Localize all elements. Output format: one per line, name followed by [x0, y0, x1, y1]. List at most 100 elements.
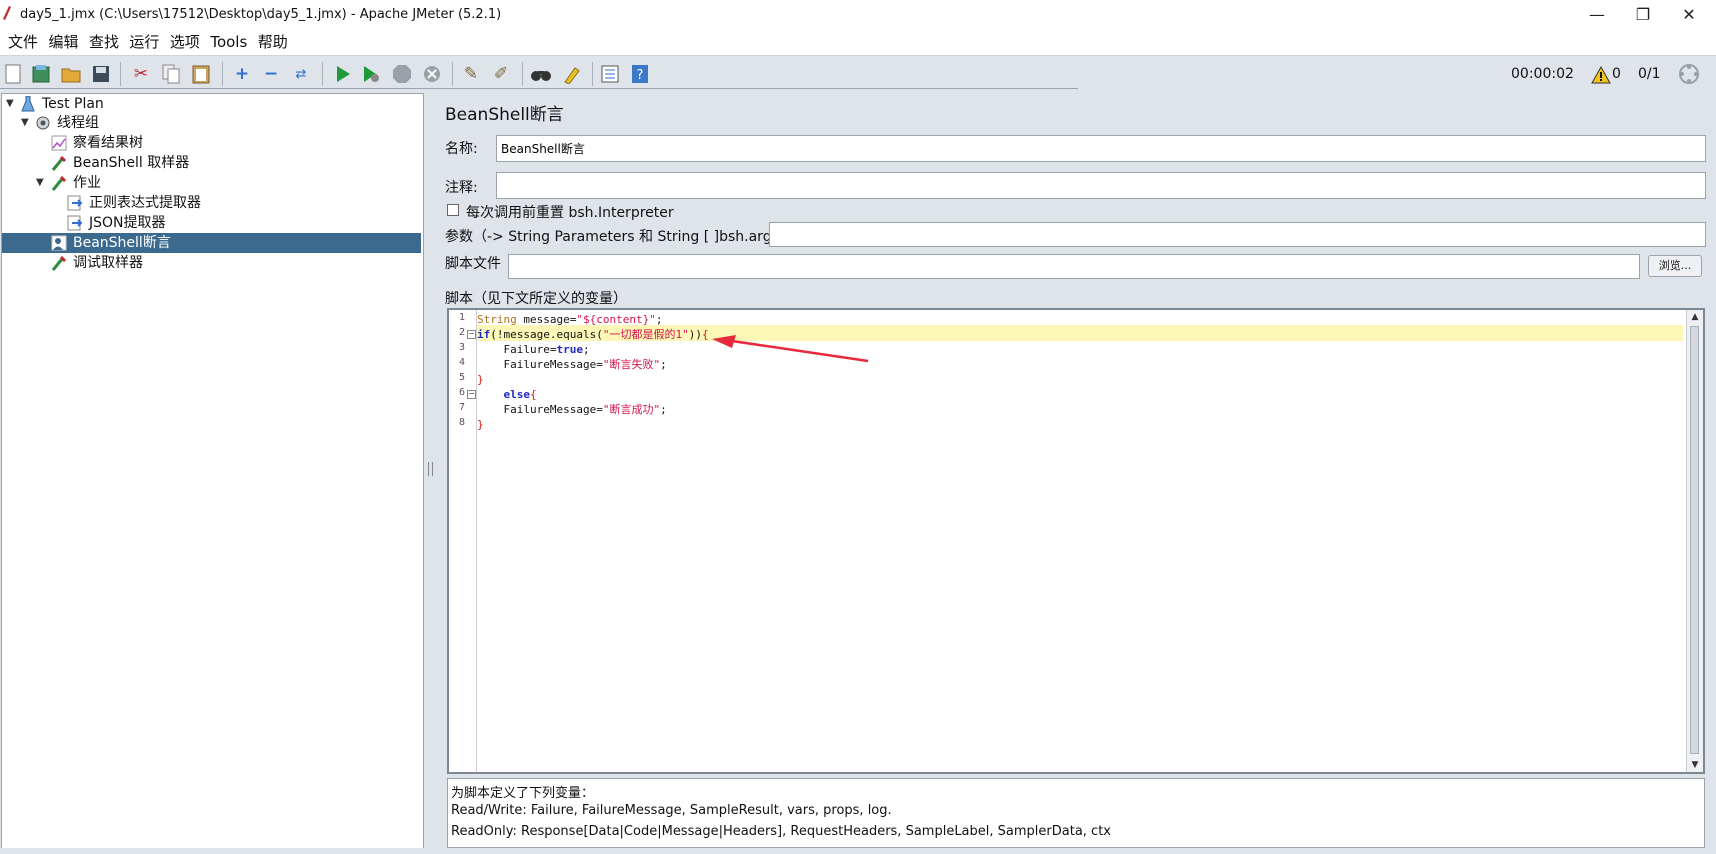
menu-file[interactable]: 文件 [6, 29, 40, 55]
shutdown-icon[interactable] [419, 61, 445, 87]
sampler-icon [51, 175, 67, 191]
extractor-icon [67, 195, 83, 211]
pane-splitter[interactable] [424, 92, 436, 854]
tree-node-beanshell-sampler[interactable]: BeanShell 取样器 [2, 153, 421, 173]
menu-run[interactable]: 运行 [127, 29, 161, 55]
thread-group-icon [35, 115, 51, 131]
thread-count: 0/1 [1638, 66, 1661, 82]
scroll-up-icon[interactable]: ▲ [1687, 310, 1703, 324]
panel-title: BeanShell断言 [445, 105, 564, 125]
tree-node-thread-group[interactable]: ▼ 线程组 [2, 113, 421, 133]
sampler-icon [51, 155, 67, 171]
code-line: if(!message.equals("一切都是假的1")){ [477, 328, 709, 341]
script-file-label: 脚本文件 [445, 256, 501, 272]
line-number: 4 [458, 357, 465, 368]
help-icon[interactable]: ? [627, 61, 653, 87]
menu-options[interactable]: 选项 [168, 29, 202, 55]
expand-icon[interactable]: + [229, 61, 255, 87]
clear-icon[interactable]: ✎ [458, 61, 484, 87]
fold-toggle-icon[interactable]: − [467, 390, 476, 399]
tree-node-regex-extractor[interactable]: 正则表达式提取器 [2, 193, 421, 213]
tree-node-label: Test Plan [42, 96, 104, 112]
jmeter-feather-icon [3, 6, 11, 20]
name-field[interactable] [496, 135, 1706, 162]
menu-tools[interactable]: Tools [208, 29, 249, 55]
editor-scrollbar[interactable]: ▲ ▼ [1686, 310, 1703, 772]
test-plan-tree: ▼ Test Plan ▼ 线程组 察看结果树 BeanShell 取样器 ▼ … [1, 93, 424, 851]
code-line: FailureMessage="断言成功"; [477, 403, 667, 416]
reset-interpreter-label: 每次调用前重置 bsh.Interpreter [466, 205, 674, 221]
tree-node-label: 调试取样器 [73, 255, 143, 271]
line-number: 6 [458, 387, 465, 398]
scroll-thumb[interactable] [1690, 326, 1699, 754]
tree-node-homework[interactable]: ▼ 作业 [2, 173, 421, 193]
minimize-button[interactable]: — [1574, 2, 1620, 28]
code-line: } [477, 418, 484, 431]
expand-arrow-icon[interactable]: ▼ [36, 173, 46, 193]
line-number: 8 [458, 417, 465, 428]
collapse-icon[interactable]: − [258, 61, 284, 87]
browse-button[interactable]: 浏览... [1648, 255, 1702, 277]
parameters-label: 参数（-> String Parameters 和 String [ ]bsh.… [445, 229, 793, 245]
search-icon[interactable] [528, 61, 554, 87]
stop-icon[interactable] [389, 61, 415, 87]
tree-node-json-extractor[interactable]: JSON提取器 [2, 213, 421, 233]
start-icon[interactable] [330, 61, 356, 87]
save-icon[interactable] [88, 61, 114, 87]
line-number: 2 [458, 327, 465, 338]
name-label: 名称: [445, 141, 478, 157]
close-button[interactable]: ✕ [1666, 2, 1712, 28]
tree-node-label: 正则表达式提取器 [89, 195, 201, 211]
extractor-icon [67, 215, 83, 231]
menu-help[interactable]: 帮助 [256, 29, 290, 55]
tree-node-label: 线程组 [57, 115, 99, 131]
copy-icon[interactable] [158, 61, 184, 87]
expand-arrow-icon[interactable]: ▼ [21, 113, 31, 133]
open-icon[interactable] [58, 61, 84, 87]
toggle-icon[interactable]: ⇄ [288, 61, 314, 87]
test-plan-icon [20, 96, 36, 112]
tree-node-beanshell-assertion[interactable]: BeanShell断言 [2, 233, 421, 253]
clear-all-icon[interactable]: ✐ [488, 61, 514, 87]
restore-button[interactable]: ❐ [1620, 2, 1666, 28]
menu-bar: 文件 编辑 查找 运行 选项 Tools 帮助 [0, 28, 1716, 55]
paste-icon[interactable] [188, 61, 214, 87]
tree-node-results-tree[interactable]: 察看结果树 [2, 133, 421, 153]
tree-node-label: 察看结果树 [73, 135, 143, 151]
comment-field[interactable] [496, 172, 1706, 199]
assertion-icon [51, 235, 67, 251]
sampler-icon [51, 255, 67, 271]
scroll-down-icon[interactable]: ▼ [1687, 758, 1703, 772]
parameters-field[interactable] [769, 222, 1706, 247]
tree-node-label: JSON提取器 [89, 215, 166, 231]
code-line: FailureMessage="断言失败"; [477, 358, 667, 371]
reset-interpreter-checkbox[interactable] [447, 204, 459, 216]
elapsed-timer: 00:00:02 [1511, 66, 1574, 82]
menu-edit[interactable]: 编辑 [46, 29, 80, 55]
svg-text:?: ? [637, 68, 644, 83]
tree-node-test-plan[interactable]: ▼ Test Plan [2, 94, 421, 114]
warning-icon[interactable] [1588, 62, 1614, 88]
script-editor[interactable]: 1 2 3 4 5 6 7 8 − − String message="${co… [447, 308, 1705, 774]
variables-heading: 为脚本定义了下列变量： [451, 786, 595, 801]
cut-icon[interactable]: ✂ [128, 61, 154, 87]
line-number-gutter: 1 2 3 4 5 6 7 8 − − [449, 310, 477, 772]
fold-toggle-icon[interactable]: − [467, 330, 476, 339]
templates-icon[interactable] [28, 61, 54, 87]
script-file-field[interactable] [508, 254, 1640, 279]
code-line: } [477, 373, 484, 386]
reset-search-icon[interactable] [558, 61, 584, 87]
start-no-pause-icon[interactable] [358, 61, 384, 87]
line-number: 5 [458, 372, 465, 383]
tree-node-debug-sampler[interactable]: 调试取样器 [2, 253, 421, 273]
function-helper-icon[interactable] [597, 61, 623, 87]
tree-node-label: BeanShell断言 [73, 235, 171, 251]
line-number: 3 [458, 342, 465, 353]
menu-search[interactable]: 查找 [87, 29, 121, 55]
status-strip [0, 848, 1716, 854]
read-only-variables: ReadOnly: Response[Data|Code|Message|Hea… [451, 824, 1111, 839]
expand-arrow-icon[interactable]: ▼ [6, 94, 16, 114]
code-line: String message="${content}"; [477, 313, 663, 326]
tree-node-label: BeanShell 取样器 [73, 155, 190, 171]
new-icon[interactable] [0, 61, 26, 87]
